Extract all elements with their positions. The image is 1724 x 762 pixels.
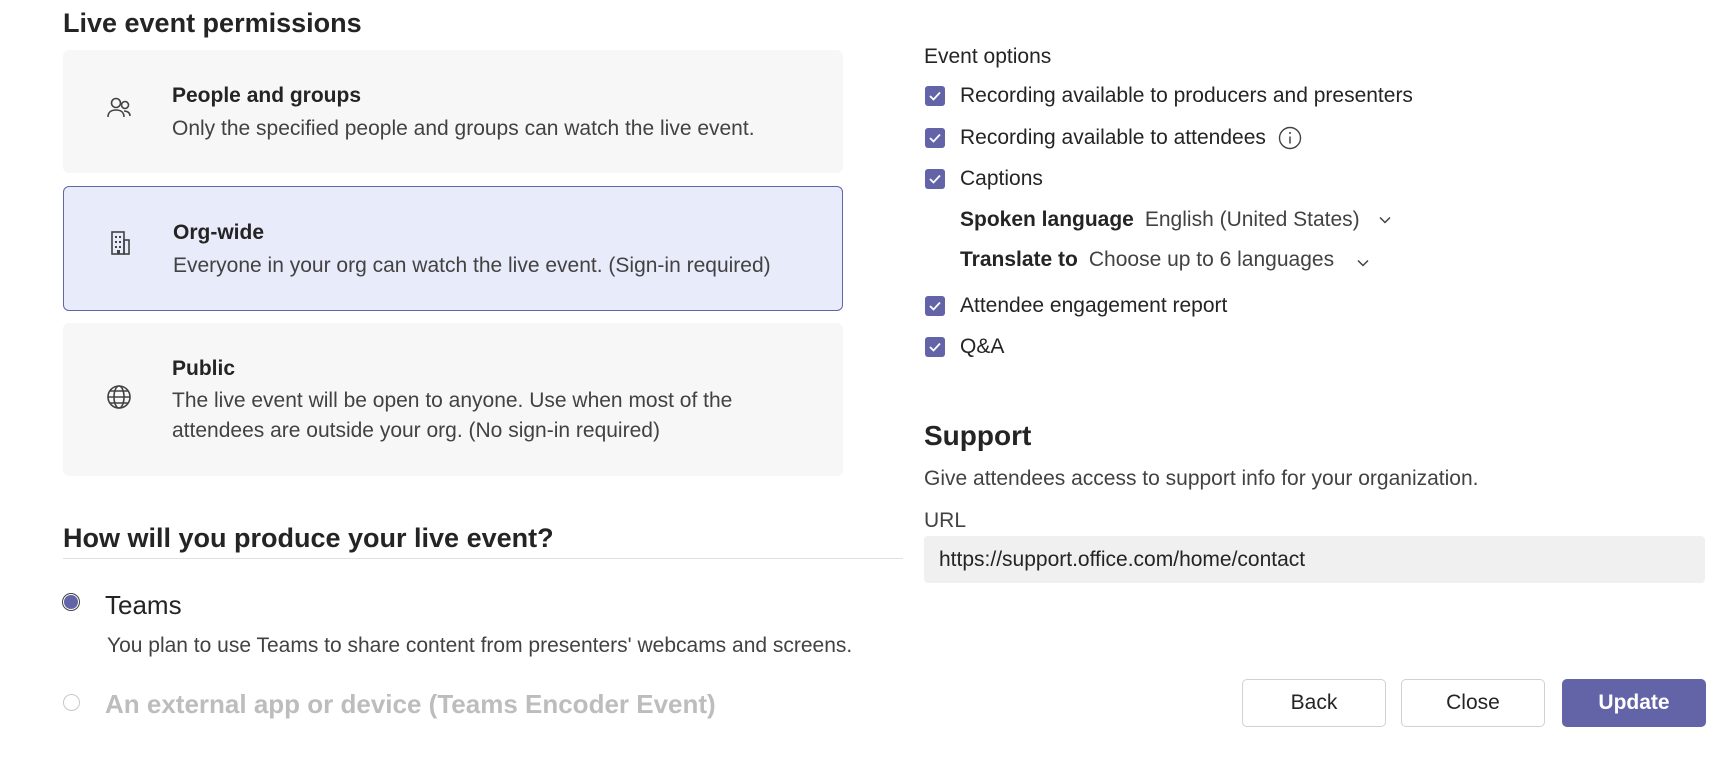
spoken-language-label: Spoken language xyxy=(960,208,1134,231)
recording-producers-label: Recording available to producers and pre… xyxy=(960,84,1413,107)
recording-attendees-option[interactable]: Recording available to attendees xyxy=(925,124,1302,152)
spoken-language-dropdown[interactable]: English (United States) xyxy=(1145,208,1360,232)
chevron-down-icon[interactable] xyxy=(1378,213,1392,227)
permission-desc: The live event will be open to anyone. U… xyxy=(172,389,733,442)
building-icon xyxy=(111,231,130,255)
close-button[interactable]: Close xyxy=(1401,679,1545,727)
permissions-heading: Live event permissions xyxy=(63,8,362,38)
back-button[interactable]: Back xyxy=(1242,679,1386,727)
permission-desc: Only the specified people and groups can… xyxy=(172,117,755,140)
permission-option-org-wide[interactable]: Org-wide Everyone in your org can watch … xyxy=(63,186,843,311)
production-heading: How will you produce your live event? xyxy=(63,523,554,553)
event-options-heading: Event options xyxy=(924,45,1052,68)
globe-icon xyxy=(107,385,131,409)
support-heading: Support xyxy=(924,420,1032,451)
external-app-radio-label: An external app or device (Teams Encoder… xyxy=(105,689,716,719)
engagement-report-label: Attendee engagement report xyxy=(960,294,1228,317)
spoken-language-row: Spoken language English (United States) xyxy=(960,208,1392,232)
url-label: URL xyxy=(924,509,967,532)
external-app-radio[interactable] xyxy=(63,694,80,711)
captions-label: Captions xyxy=(960,167,1043,190)
support-desc: Give attendees access to support info fo… xyxy=(924,467,1479,490)
permission-title: People and groups xyxy=(172,84,362,107)
info-icon[interactable] xyxy=(1278,126,1302,150)
permission-title: Org-wide xyxy=(173,221,265,244)
permission-desc: Everyone in your org can watch the live … xyxy=(173,254,771,277)
teams-radio[interactable] xyxy=(62,593,80,611)
recording-producers-checkbox[interactable] xyxy=(925,86,945,106)
qa-checkbox[interactable] xyxy=(925,337,945,357)
translate-label: Translate to xyxy=(960,248,1078,271)
translate-row: Translate to Choose up to 6 languages xyxy=(960,248,1370,272)
teams-radio-label: Teams xyxy=(105,590,182,620)
recording-attendees-label: Recording available to attendees xyxy=(960,126,1266,149)
update-button[interactable]: Update xyxy=(1562,679,1706,727)
teams-desc: You plan to use Teams to share content f… xyxy=(107,634,853,657)
engagement-report-option[interactable]: Attendee engagement report xyxy=(925,292,1227,320)
permission-title: Public xyxy=(172,357,236,380)
permission-option-people-groups[interactable]: People and groups Only the specified peo… xyxy=(63,50,843,173)
qa-label: Q&A xyxy=(960,335,1005,358)
chevron-down-icon[interactable] xyxy=(1356,256,1370,270)
recording-attendees-checkbox[interactable] xyxy=(925,128,945,148)
production-divider xyxy=(63,558,903,559)
engagement-report-checkbox[interactable] xyxy=(925,296,945,316)
qa-option[interactable]: Q&A xyxy=(925,333,1004,361)
captions-checkbox[interactable] xyxy=(925,169,945,189)
translate-dropdown[interactable]: Choose up to 6 languages xyxy=(1089,248,1334,272)
url-input[interactable]: https://support.office.com/home/contact xyxy=(924,536,1705,583)
permission-option-public[interactable]: Public The live event will be open to an… xyxy=(63,323,843,476)
recording-producers-option[interactable]: Recording available to producers and pre… xyxy=(925,82,1413,110)
captions-option[interactable]: Captions xyxy=(925,165,1043,193)
people-icon xyxy=(107,97,131,118)
